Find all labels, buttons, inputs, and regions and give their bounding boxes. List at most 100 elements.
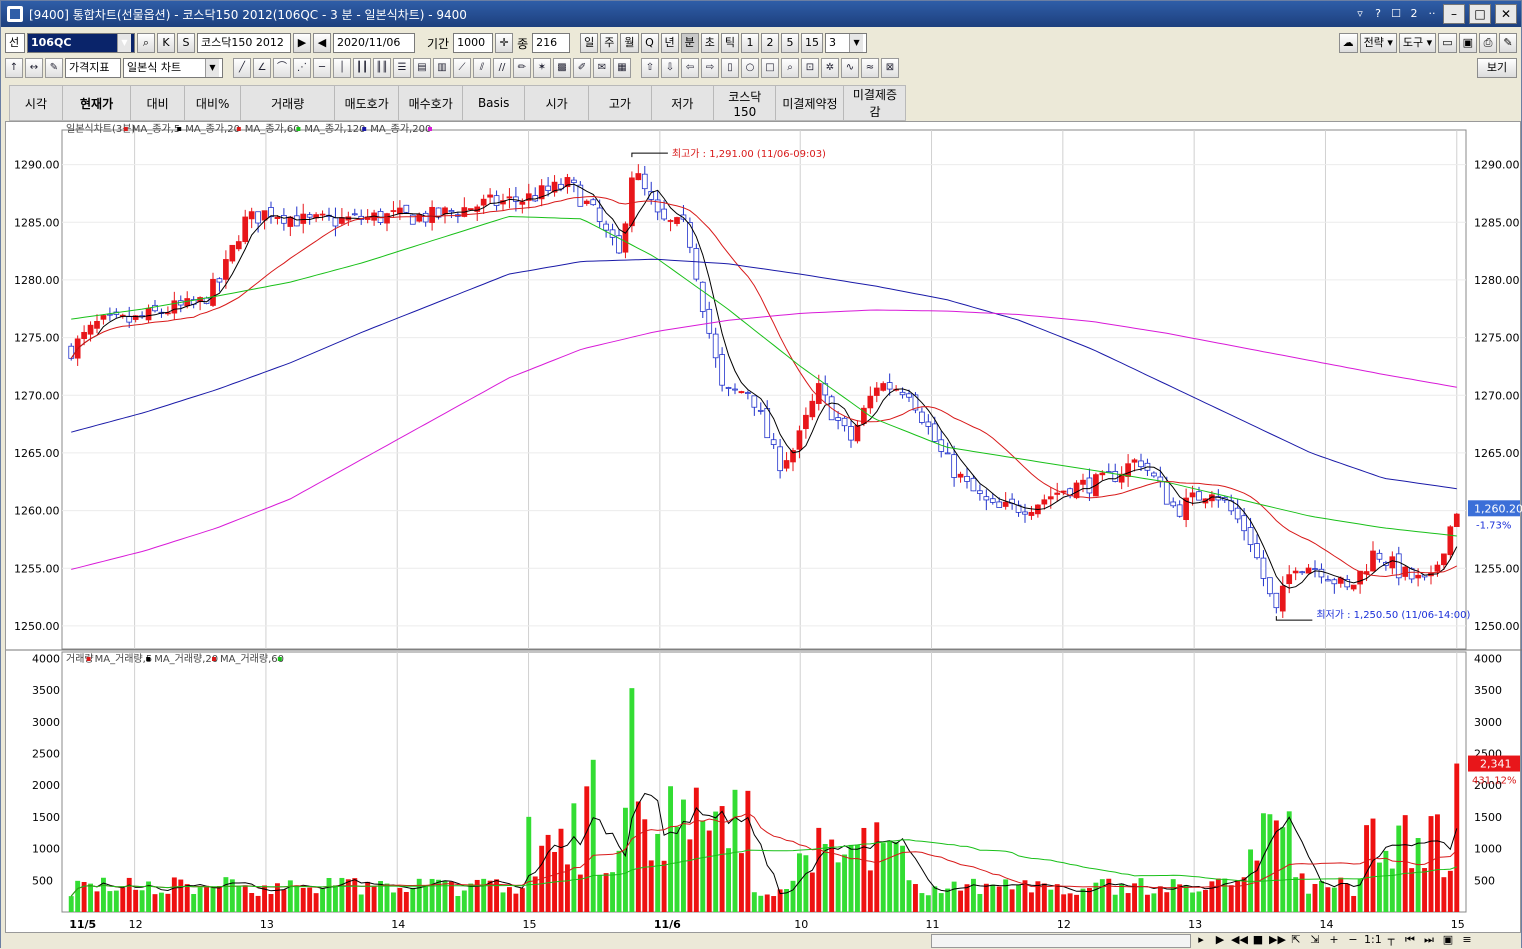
- chart-canvas[interactable]: 11/5 12 13 14 15 11/6 10 11 12 13 14 15 1250.00 1250.…: [6, 122, 1522, 934]
- trend-tool-icon[interactable]: ⟋: [453, 58, 471, 78]
- ratio-icon[interactable]: 1:1: [1364, 933, 1382, 947]
- cloud-button[interactable]: ☁: [1338, 33, 1358, 53]
- date-input[interactable]: 2020/11/06▼: [333, 33, 415, 53]
- first-page-icon[interactable]: ⏮: [1402, 933, 1418, 947]
- chart-type-select[interactable]: 일본식 차트 ▼: [123, 58, 223, 78]
- zoom-area-icon[interactable]: ⊡: [801, 58, 819, 78]
- s-button[interactable]: S: [177, 33, 195, 53]
- more-icon[interactable]: ··: [1425, 7, 1439, 21]
- fibo-time-icon[interactable]: ║║: [373, 58, 391, 78]
- wave-icon[interactable]: ∿: [841, 58, 859, 78]
- parallel-tool-icon[interactable]: //: [493, 58, 511, 78]
- search-button[interactable]: ⌕: [137, 33, 155, 53]
- period-input[interactable]: 1000: [453, 33, 494, 53]
- view-button[interactable]: 보기: [1477, 58, 1517, 78]
- market-select[interactable]: 선: [5, 33, 25, 53]
- brush-icon[interactable]: ✐: [573, 58, 591, 78]
- zoom-in-icon[interactable]: +: [1326, 933, 1342, 947]
- arc-tool-icon[interactable]: ⌒: [273, 58, 291, 78]
- expand-icon[interactable]: ↔: [25, 58, 43, 78]
- interval-2[interactable]: 2: [761, 33, 780, 53]
- eraser-icon[interactable]: ⊠: [881, 58, 899, 78]
- zoom-icon[interactable]: ⌕: [781, 58, 799, 78]
- grid-tool-icon[interactable]: ▤: [413, 58, 431, 78]
- rect-tool-icon[interactable]: □: [761, 58, 779, 78]
- interval-tick[interactable]: 틱: [720, 33, 740, 53]
- screen-icon[interactable]: ☐: [1389, 7, 1403, 21]
- indicator-button[interactable]: 가격지표: [65, 58, 121, 78]
- interval-year[interactable]: 년: [660, 33, 679, 53]
- link-icon[interactable]: ▿: [1353, 7, 1367, 21]
- save-button[interactable]: ▣: [1458, 33, 1477, 53]
- document-icon[interactable]: ▯: [721, 58, 739, 78]
- help-icon[interactable]: ?: [1371, 7, 1385, 21]
- color-icon[interactable]: ▩: [553, 58, 571, 78]
- interval-select[interactable]: 3 ▼: [825, 33, 868, 53]
- arrow-down-icon[interactable]: ⇩: [661, 58, 679, 78]
- window-number-icon[interactable]: 2: [1407, 7, 1421, 21]
- interval-1[interactable]: 1: [741, 33, 760, 53]
- note-icon[interactable]: ✉: [593, 58, 611, 78]
- chart-area[interactable]: 11/5 12 13 14 15 11/6 10 11 12 13 14 15 1250.00 1250.…: [5, 121, 1522, 934]
- settings-button[interactable]: ✎: [1499, 33, 1517, 53]
- print-button[interactable]: ⎙: [1479, 33, 1497, 53]
- magic-icon[interactable]: ✶: [533, 58, 551, 78]
- horizontal-scrollbar[interactable]: [931, 934, 1191, 948]
- prev-button[interactable]: ◀: [313, 33, 331, 53]
- minimize-button[interactable]: –: [1443, 4, 1465, 24]
- gann-tool-icon[interactable]: ▥: [433, 58, 451, 78]
- line-tool-icon[interactable]: ╱: [233, 58, 251, 78]
- interval-quarter[interactable]: Q: [640, 33, 659, 53]
- zoom-out-icon[interactable]: ⇱: [1288, 933, 1304, 947]
- chevron-down-icon[interactable]: ▼: [849, 34, 864, 52]
- open-folder-button[interactable]: ▭: [1438, 33, 1457, 53]
- vertical-line-icon[interactable]: │: [333, 58, 351, 78]
- count-input[interactable]: 216: [532, 33, 571, 53]
- pattern-icon[interactable]: ≈: [861, 58, 879, 78]
- interval-5[interactable]: 5: [781, 33, 800, 53]
- rewind-icon[interactable]: ◀◀: [1231, 933, 1248, 947]
- close-button[interactable]: ✕: [1495, 4, 1517, 24]
- edit-icon[interactable]: ✎: [45, 58, 63, 78]
- interval-minute[interactable]: 분: [680, 33, 699, 53]
- interval-month[interactable]: 월: [620, 33, 639, 53]
- next-button[interactable]: ▶: [293, 33, 311, 53]
- maximize-button[interactable]: □: [1469, 4, 1491, 24]
- crosshair-button[interactable]: ✛: [495, 33, 514, 53]
- zoom-fit-icon[interactable]: ⇲: [1307, 933, 1323, 947]
- interval-second[interactable]: 초: [700, 33, 719, 53]
- interval-15[interactable]: 15: [801, 33, 824, 53]
- channel-tool-icon[interactable]: ⫽: [473, 58, 491, 78]
- cycle-tool-icon[interactable]: ┃┃: [353, 58, 371, 78]
- interval-week[interactable]: 주: [600, 33, 619, 53]
- angle-tool-icon[interactable]: ∠: [253, 58, 271, 78]
- arrow-up-icon[interactable]: ⇧: [641, 58, 659, 78]
- arrow-left-icon[interactable]: ⇦: [681, 58, 699, 78]
- fan-tool-icon[interactable]: ⋰: [293, 58, 311, 78]
- pencil-icon[interactable]: ✏: [513, 58, 531, 78]
- circle-tool-icon[interactable]: ○: [741, 58, 759, 78]
- horizontal-line-icon[interactable]: ─: [313, 58, 331, 78]
- chevron-down-icon[interactable]: ▼: [117, 34, 131, 52]
- scroll-right-icon[interactable]: ▸: [1193, 933, 1209, 947]
- k-button[interactable]: K: [157, 33, 175, 53]
- forward-icon[interactable]: ▶▶: [1269, 933, 1286, 947]
- capture-icon[interactable]: ▣: [1440, 933, 1456, 947]
- minus-icon[interactable]: −: [1345, 933, 1361, 947]
- arrow-right-icon[interactable]: ⇨: [701, 58, 719, 78]
- menu-icon[interactable]: ≡: [1459, 933, 1475, 947]
- strategy-button[interactable]: 전략 ▾: [1359, 33, 1397, 53]
- slider-icon[interactable]: ┬: [1383, 933, 1399, 947]
- last-page-icon[interactable]: ⏭: [1421, 933, 1437, 947]
- play-icon[interactable]: ▶: [1212, 933, 1228, 947]
- interval-day[interactable]: 일: [580, 33, 599, 53]
- tools-button[interactable]: 도구 ▾: [1398, 33, 1437, 53]
- chevron-down-icon[interactable]: ▼: [397, 52, 411, 53]
- chevron-down-icon[interactable]: ▼: [205, 59, 219, 77]
- magnet-icon[interactable]: ✲: [821, 58, 839, 78]
- code-input[interactable]: 106QC ▼: [27, 33, 135, 53]
- title-bar[interactable]: [9400] 통합차트(선물옵션) - 코스닥150 2012(106QC - …: [1, 1, 1521, 27]
- scroll-up-icon[interactable]: ↑: [5, 58, 23, 78]
- fibo-retrace-icon[interactable]: ☰: [393, 58, 411, 78]
- image-icon[interactable]: ▦: [613, 58, 631, 78]
